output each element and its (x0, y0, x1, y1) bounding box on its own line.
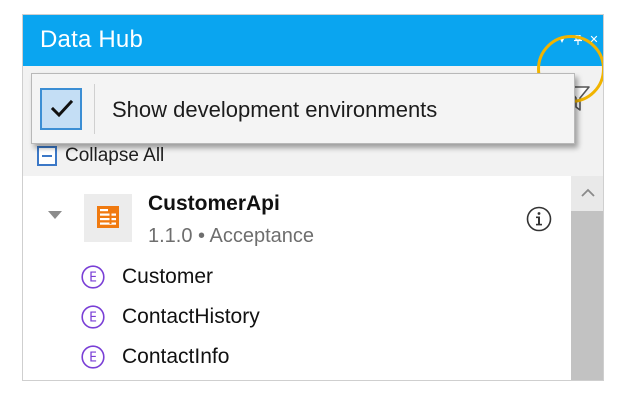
info-icon[interactable] (526, 206, 552, 232)
title-controls: ▾ ✕ (557, 34, 599, 48)
tree-node-customerapi[interactable]: CustomerApi 1.1.0 • Acceptance (23, 176, 571, 260)
entity-label: Customer (122, 265, 214, 288)
filter-dropdown-menu: Show development environments (31, 73, 575, 144)
collapse-all-button[interactable]: Collapse All (37, 143, 164, 169)
menu-divider (94, 84, 95, 134)
close-icon[interactable]: ✕ (589, 35, 599, 48)
svg-text:E: E (89, 351, 97, 366)
entity-label: ContactHistory (122, 305, 260, 328)
tree-item-contactinfo[interactable]: E ContactInfo (81, 342, 229, 372)
vertical-scrollbar[interactable] (571, 176, 603, 380)
tree-item-customer[interactable]: E Customer (81, 262, 213, 292)
chevron-up-icon (581, 188, 595, 197)
collapse-arrow-icon[interactable] (47, 210, 63, 220)
pin-icon[interactable] (573, 34, 583, 48)
entity-icon: E (81, 345, 105, 369)
menu-item-label: Show development environments (112, 97, 438, 122)
scrollbar-thumb[interactable] (571, 211, 603, 380)
tree-item-contacthistory[interactable]: E ContactHistory (81, 302, 260, 332)
title-bar: Data Hub ▾ ✕ (23, 15, 603, 66)
dropdown-menu-icon[interactable]: ▾ (557, 35, 567, 48)
menu-item-show-development-environments[interactable]: Show development environments (38, 84, 568, 134)
scroll-up-button[interactable] (571, 176, 603, 210)
entity-icon: E (81, 265, 105, 289)
show-dev-envs-checkbox[interactable] (40, 88, 82, 130)
api-icon-tile (84, 194, 132, 242)
entity-icon: E (81, 305, 105, 329)
data-hub-panel: Data Hub ▾ ✕ Collapse All Show developme… (22, 14, 604, 381)
tree-view: CustomerApi 1.1.0 • Acceptance E Custome… (23, 176, 571, 380)
panel-title: Data Hub (40, 26, 143, 53)
api-name: CustomerApi (148, 192, 280, 215)
api-version-environment: 1.1.0 • Acceptance (148, 225, 315, 247)
svg-text:E: E (89, 271, 97, 286)
document-icon (97, 206, 119, 228)
svg-text:E: E (89, 311, 97, 326)
collapse-icon (37, 146, 57, 166)
checkmark-icon (50, 99, 74, 118)
entity-label: ContactInfo (122, 345, 230, 368)
collapse-all-label: Collapse All (65, 145, 165, 166)
